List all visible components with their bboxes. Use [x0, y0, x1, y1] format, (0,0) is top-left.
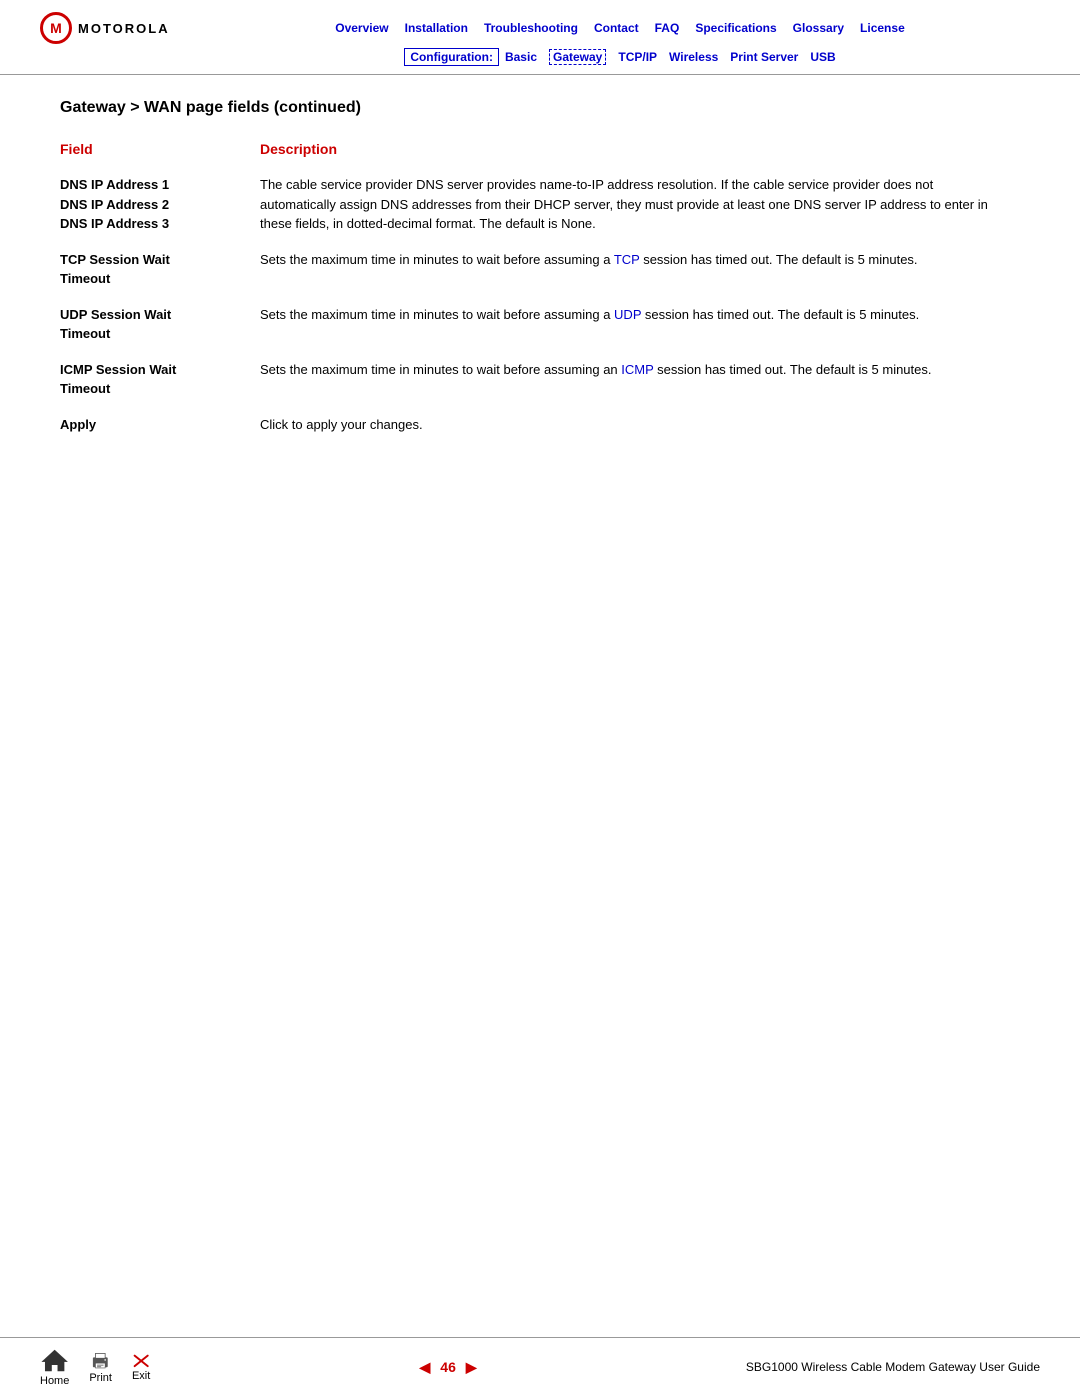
print-icon [89, 1351, 112, 1370]
field-table: Field Description DNS IP Address 1 DNS I… [60, 137, 1020, 440]
config-label: Configuration: [404, 48, 499, 66]
nav-faq[interactable]: FAQ [655, 21, 680, 35]
subnav-gateway[interactable]: Gateway [549, 49, 606, 65]
desc-icmp: Sets the maximum time in minutes to wait… [260, 350, 1020, 405]
nav-glossary[interactable]: Glossary [793, 21, 844, 35]
page-number: 46 [440, 1359, 456, 1375]
desc-tcp: Sets the maximum time in minutes to wait… [260, 240, 1020, 295]
desc-apply: Click to apply your changes. [260, 405, 1020, 441]
prev-page-button[interactable]: ◀ [420, 1359, 431, 1376]
page-title: Gateway > WAN page fields (continued) [60, 99, 1020, 117]
tcp-link[interactable]: TCP [614, 252, 640, 267]
main-nav: Overview Installation Troubleshooting Co… [200, 21, 1040, 35]
footer-guide-title: SBG1000 Wireless Cable Modem Gateway Use… [746, 1360, 1040, 1374]
field-udp: UDP Session Wait Timeout [60, 295, 260, 350]
col-field-header: Field [60, 137, 260, 165]
footer-center: ◀ 46 ▶ [150, 1359, 746, 1376]
subnav-usb[interactable]: USB [810, 50, 835, 64]
nav-contact[interactable]: Contact [594, 21, 639, 35]
exit-icon [132, 1353, 150, 1369]
desc-dns: The cable service provider DNS server pr… [260, 165, 1020, 240]
sub-nav-links: Basic Gateway TCP/IP Wireless Print Serv… [505, 49, 836, 65]
col-description-header: Description [260, 137, 1020, 165]
exit-label: Exit [132, 1370, 150, 1382]
desc-udp: Sets the maximum time in minutes to wait… [260, 295, 1020, 350]
motorola-logo: M MOTOROLA [40, 12, 170, 44]
next-page-button[interactable]: ▶ [466, 1359, 477, 1376]
logo-area: M MOTOROLA [40, 12, 200, 44]
footer: Home Print Exit ◀ 46 ▶ SBG10 [0, 1337, 1080, 1397]
nav-troubleshooting[interactable]: Troubleshooting [484, 21, 578, 35]
main-content: Gateway > WAN page fields (continued) Fi… [0, 75, 1080, 480]
nav-overview[interactable]: Overview [335, 21, 388, 35]
table-row: TCP Session Wait Timeout Sets the maximu… [60, 240, 1020, 295]
nav-installation[interactable]: Installation [405, 21, 468, 35]
sub-nav: Configuration: Basic Gateway TCP/IP Wire… [40, 48, 1040, 66]
icmp-link[interactable]: ICMP [621, 362, 653, 377]
subnav-tcpip[interactable]: TCP/IP [618, 50, 657, 64]
exit-button[interactable]: Exit [132, 1353, 150, 1383]
table-row: Apply Click to apply your changes. [60, 405, 1020, 441]
table-row: ICMP Session Wait Timeout Sets the maxim… [60, 350, 1020, 405]
field-tcp: TCP Session Wait Timeout [60, 240, 260, 295]
home-button[interactable]: Home [40, 1348, 69, 1387]
subnav-basic[interactable]: Basic [505, 50, 537, 64]
field-icmp: ICMP Session Wait Timeout [60, 350, 260, 405]
footer-icons: Home Print Exit [40, 1348, 150, 1387]
udp-link[interactable]: UDP [614, 307, 641, 322]
subnav-printserver[interactable]: Print Server [730, 50, 798, 64]
home-label: Home [40, 1375, 69, 1387]
table-row: DNS IP Address 1 DNS IP Address 2 DNS IP… [60, 165, 1020, 240]
nav-specifications[interactable]: Specifications [695, 21, 776, 35]
header: M MOTOROLA Overview Installation Trouble… [0, 0, 1080, 75]
subnav-wireless[interactable]: Wireless [669, 50, 718, 64]
home-icon [40, 1348, 69, 1373]
print-button[interactable]: Print [89, 1351, 112, 1384]
field-dns: DNS IP Address 1 DNS IP Address 2 DNS IP… [60, 165, 260, 240]
nav-license[interactable]: License [860, 21, 905, 35]
print-label: Print [89, 1372, 112, 1384]
motorola-icon: M [40, 12, 72, 44]
field-apply: Apply [60, 405, 260, 441]
table-row: UDP Session Wait Timeout Sets the maximu… [60, 295, 1020, 350]
logo-text: MOTOROLA [78, 21, 170, 36]
